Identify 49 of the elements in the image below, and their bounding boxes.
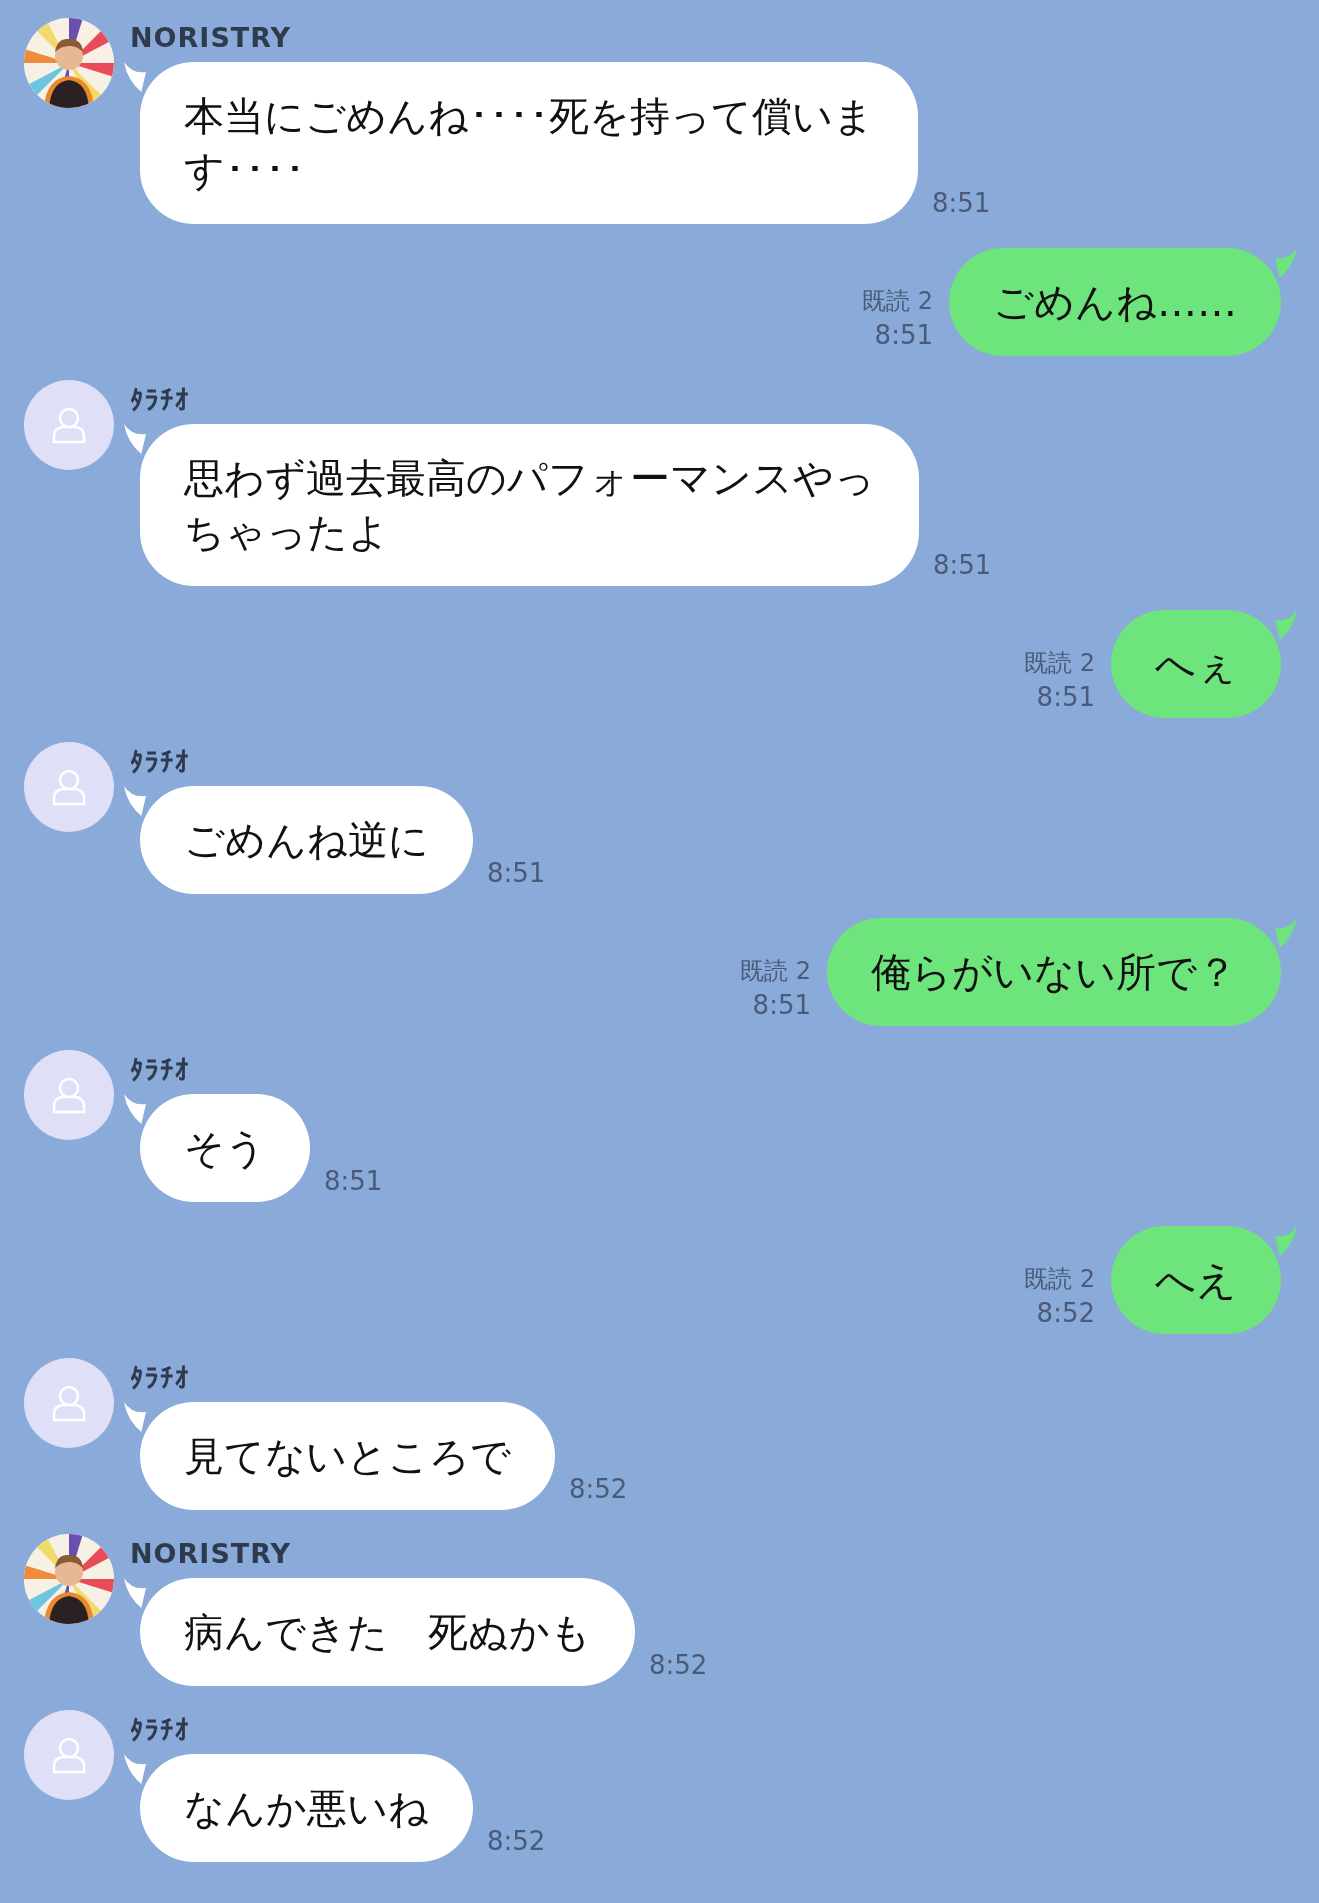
sender-name: ﾀﾗﾁｵ [130,1713,191,1747]
bubble-tail [1275,1226,1297,1256]
read-receipt: 既読 2 [740,956,811,987]
sender-name: NORISTRY [130,1537,293,1571]
message-time: 8:51 [752,989,811,1022]
person-icon [51,1736,87,1774]
message-bubble: ごめんね逆に [140,786,473,894]
bubble-tail [124,424,146,454]
message-time: 8:51 [487,857,546,890]
message-bubble: 思わず過去最高のパフォーマンスやっ ちゃったよ [140,424,919,586]
bubble-tail [124,1578,146,1608]
person-icon [51,1384,87,1422]
bubble-tail [124,786,146,816]
message-bubble: ごめんね…… [949,248,1281,356]
message-bubble: へえ [1111,1226,1281,1334]
message-time: 8:51 [1036,681,1095,714]
bubble-tail [124,1094,146,1124]
person-icon [51,406,87,444]
read-receipt: 既読 2 [1024,1264,1095,1295]
person-icon [51,1076,87,1114]
message-time: 8:52 [1036,1297,1095,1330]
bubble-tail [124,1754,146,1784]
bubble-tail [124,62,146,92]
sender-name: NORISTRY [130,21,293,55]
sender-name: ﾀﾗﾁｵ [130,745,191,779]
message-time: 8:51 [932,187,991,220]
message-bubble: へぇ [1111,610,1281,718]
message-bubble: そう [140,1094,310,1202]
message-time: 8:51 [324,1165,383,1198]
message-bubble: 本当にごめんね････死を持って償いま す････ [140,62,918,224]
bubble-tail [1275,918,1297,948]
sender-name: ﾀﾗﾁｵ [130,1053,191,1087]
bubble-tail [1275,610,1297,640]
message-time: 8:51 [933,549,992,582]
message-bubble: なんか悪いね [140,1754,473,1862]
message-time: 8:51 [874,319,933,352]
read-receipt: 既読 2 [862,286,933,317]
message-time: 8:52 [487,1825,546,1858]
message-bubble: 俺らがいない所で？ [827,918,1281,1026]
bubble-tail [1275,248,1297,278]
message-bubble: 病んできた 死ぬかも [140,1578,635,1686]
sender-name: ﾀﾗﾁｵ [130,383,191,417]
message-bubble: 見てないところで [140,1402,555,1510]
bubble-tail [124,1402,146,1432]
person-icon [51,768,87,806]
message-time: 8:52 [569,1473,628,1506]
message-time: 8:52 [649,1649,708,1682]
sender-name: ﾀﾗﾁｵ [130,1361,191,1395]
read-receipt: 既読 2 [1024,648,1095,679]
